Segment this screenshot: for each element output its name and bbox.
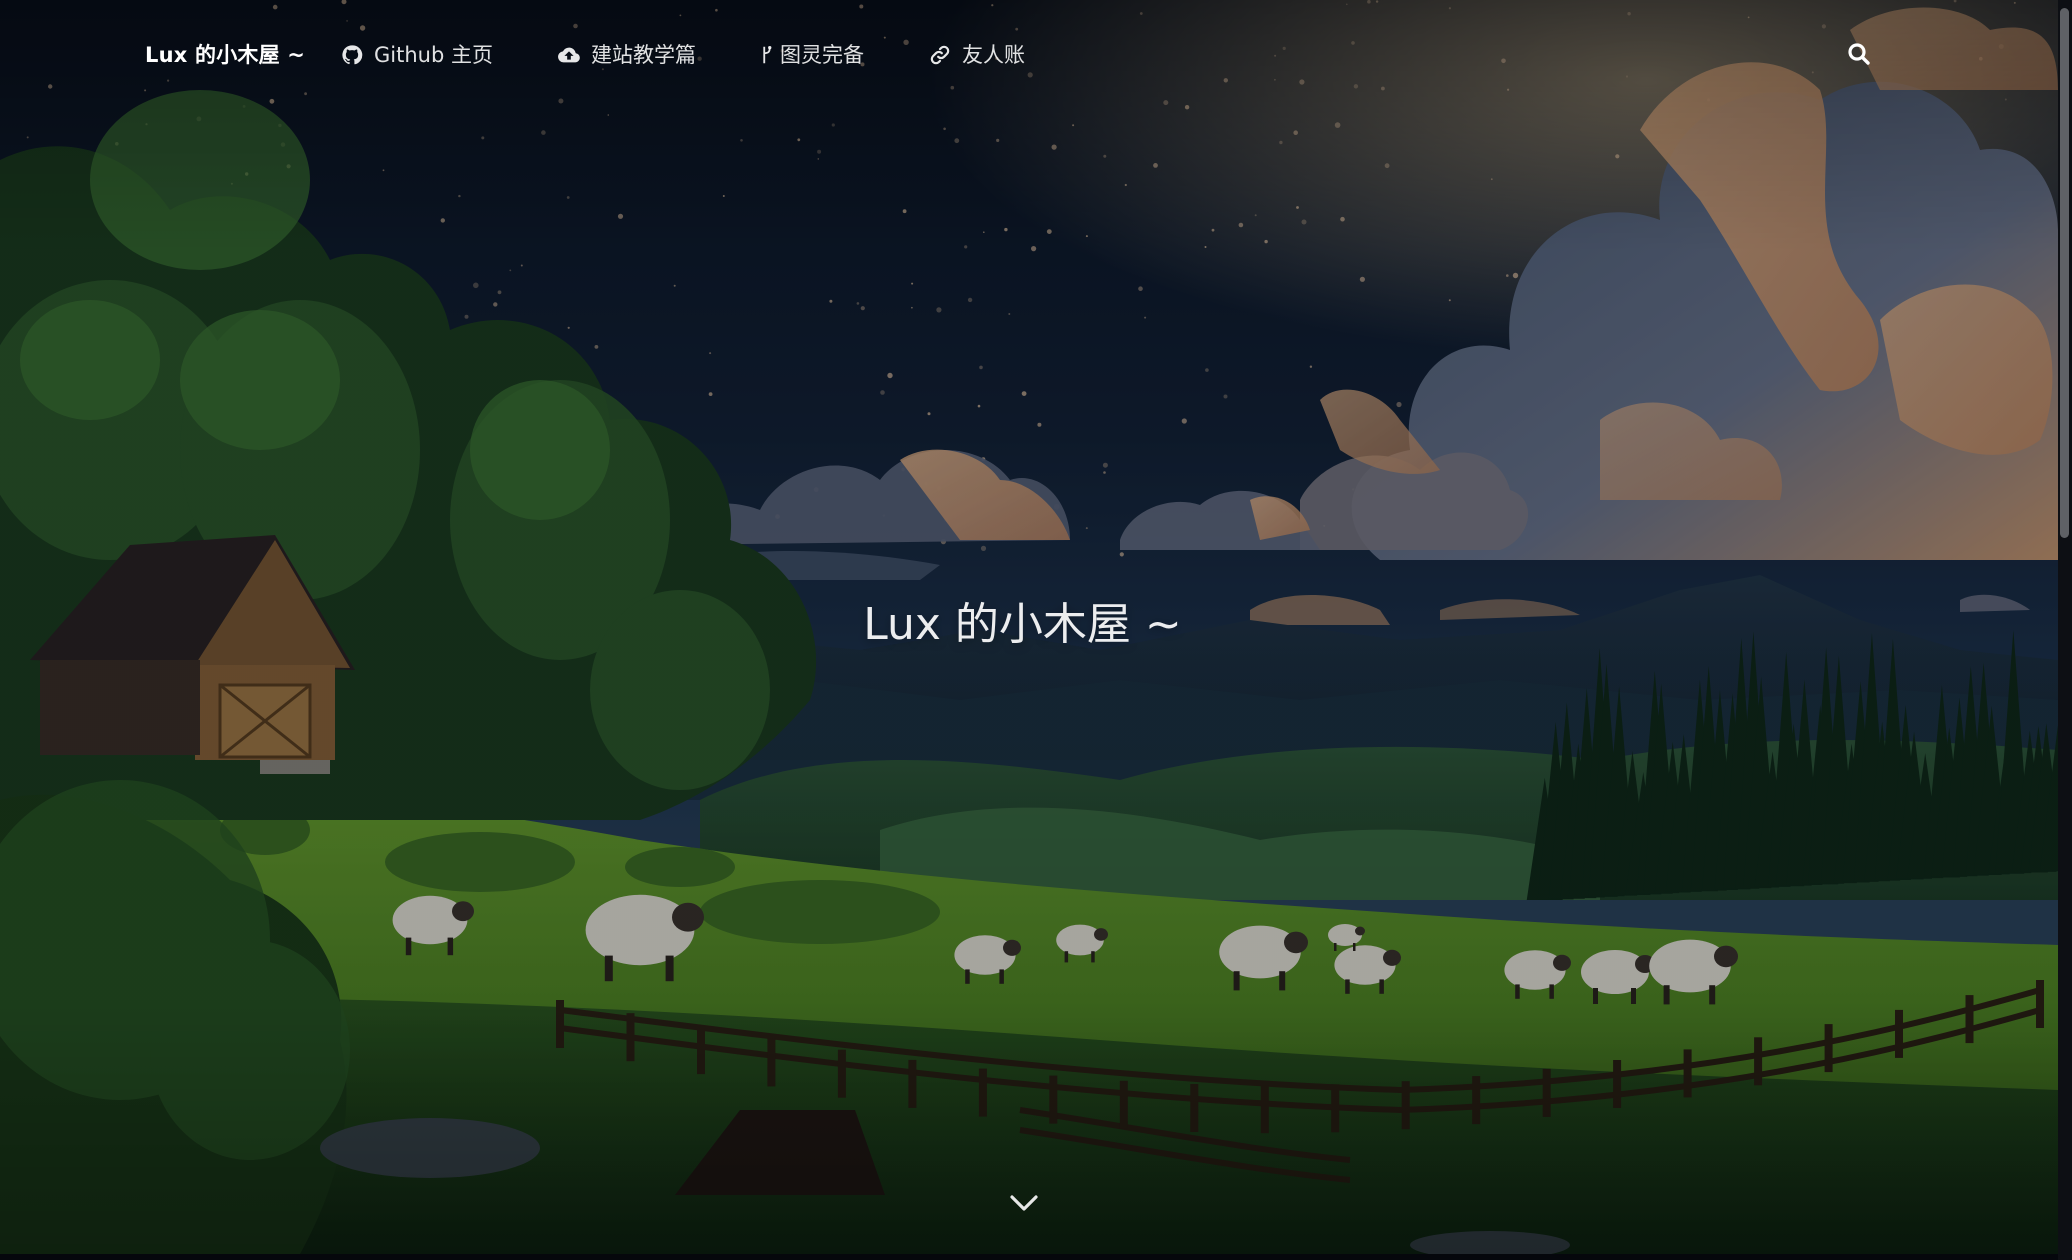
nav-label: 友人账 [961,43,1025,67]
nav-label: 建站教学篇 [590,43,696,67]
cloud-upload-icon [557,43,581,67]
nav-item-turing-complete[interactable]: 图灵完备 [760,40,864,70]
scrollbar-thumb[interactable] [2060,8,2069,538]
search-button[interactable] [1846,43,1872,69]
vertical-scrollbar[interactable] [2058,0,2072,1260]
scroll-down-button[interactable] [1006,1188,1042,1218]
nav-links: Github 主页 建站教学篇 图灵完备 友人账 [340,40,1089,70]
page: Lux 的小木屋 ~ Github 主页 建站教学篇 图灵完备 友人账 Lux … [0,0,2072,1260]
bottom-edge [0,1254,2058,1260]
nav-item-friends[interactable]: 友人账 [928,40,1025,70]
chevron-down-icon [1006,1195,1042,1222]
top-navbar: Lux 的小木屋 ~ Github 主页 建站教学篇 图灵完备 友人账 [0,0,2058,112]
link-icon [928,43,952,67]
hero-title: Lux 的小木屋 ~ [863,599,1182,650]
branch-icon [760,43,774,67]
nav-item-tutorial[interactable]: 建站教学篇 [557,40,696,70]
nav-label: 图灵完备 [779,43,864,67]
github-icon [340,43,364,67]
nav-item-github[interactable]: Github 主页 [340,40,493,70]
nav-label: Github 主页 [374,43,493,67]
search-icon [1847,42,1871,70]
site-brand-link[interactable]: Lux 的小木屋 ~ [145,40,305,70]
